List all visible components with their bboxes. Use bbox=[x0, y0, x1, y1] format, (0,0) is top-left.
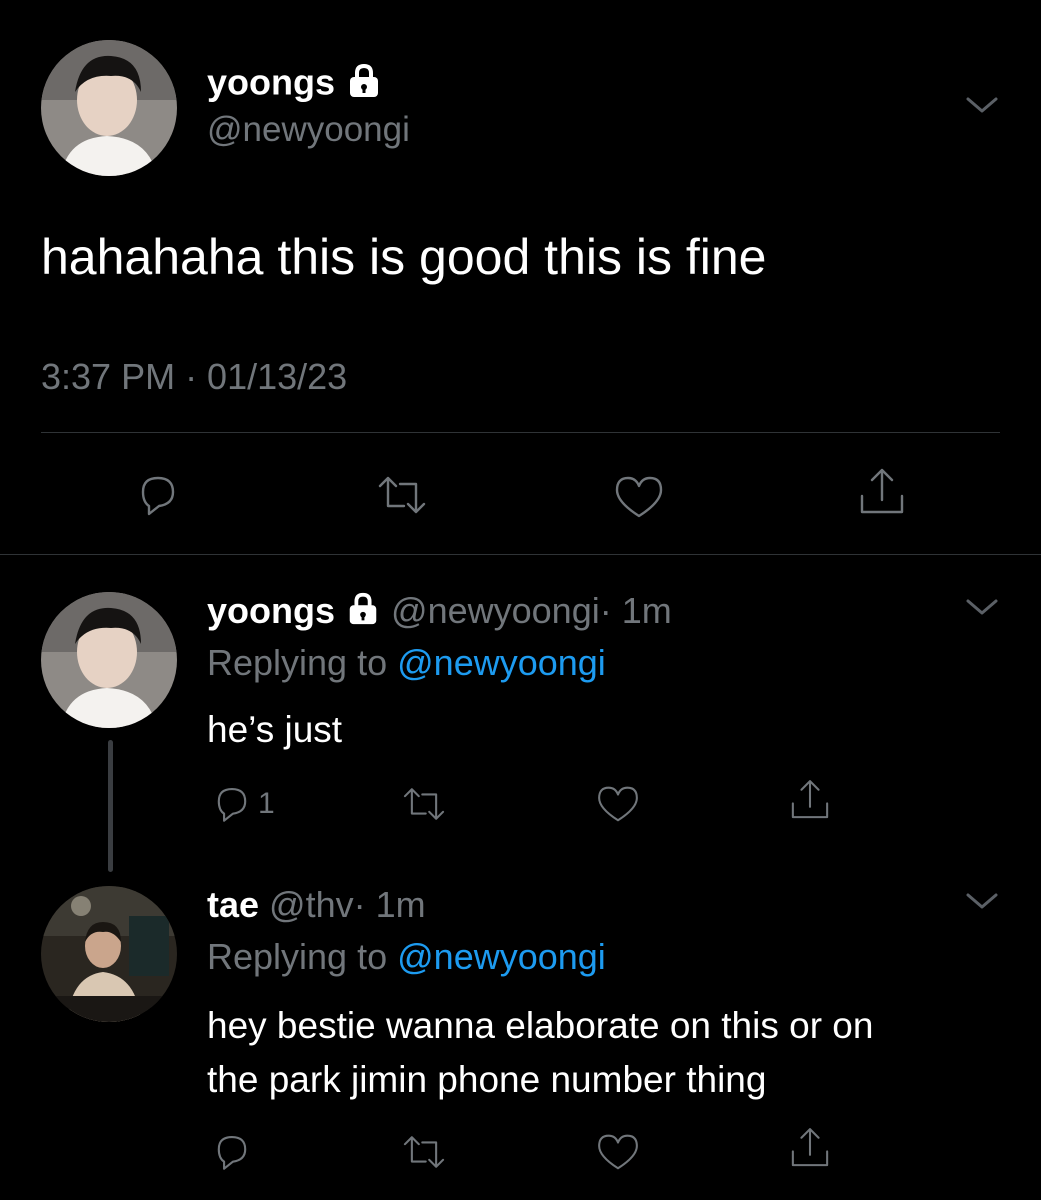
replying-to-link[interactable]: @newyoongi bbox=[397, 936, 606, 977]
share-icon[interactable] bbox=[786, 776, 834, 824]
chevron-down-icon[interactable] bbox=[962, 888, 1002, 919]
main-tweet-text: hahahaha this is good this is fine bbox=[41, 229, 767, 285]
handle[interactable]: @newyoongi bbox=[391, 590, 600, 631]
display-name[interactable]: yoongs bbox=[207, 62, 335, 103]
share-icon[interactable] bbox=[854, 464, 910, 520]
reply1-avatar[interactable] bbox=[41, 592, 177, 728]
replying-label: Replying to bbox=[207, 642, 388, 683]
time: · 1m bbox=[353, 884, 426, 925]
replying-to-link[interactable]: @newyoongi bbox=[397, 642, 606, 683]
lock-icon bbox=[345, 591, 381, 636]
share-icon[interactable] bbox=[786, 1124, 834, 1172]
reply2-text-line2: the park jimin phone number thing bbox=[207, 1059, 767, 1100]
main-handle[interactable]: @newyoongi bbox=[207, 110, 410, 150]
replying-label: Replying to bbox=[207, 936, 388, 977]
reply2-replying: Replying to @newyoongi bbox=[207, 936, 606, 978]
retweet-icon[interactable] bbox=[398, 782, 450, 826]
reply2-header[interactable]: tae @thv· 1m bbox=[207, 884, 426, 926]
reply2-avatar[interactable] bbox=[41, 886, 177, 1022]
handle[interactable]: @thv bbox=[269, 884, 354, 925]
reply1-replying: Replying to @newyoongi bbox=[207, 642, 606, 684]
display-name[interactable]: tae bbox=[207, 884, 259, 925]
lock-icon bbox=[345, 62, 383, 108]
main-author[interactable]: yoongs bbox=[207, 62, 383, 108]
chevron-down-icon[interactable] bbox=[962, 594, 1002, 625]
reply2-text-line1: hey bestie wanna elaborate on this or on bbox=[207, 1005, 874, 1046]
divider bbox=[41, 432, 1000, 433]
thread-line bbox=[108, 740, 113, 872]
reply1-text: he’s just bbox=[207, 709, 343, 750]
chevron-down-icon[interactable] bbox=[962, 92, 1002, 123]
retweet-icon[interactable] bbox=[372, 470, 432, 520]
like-icon[interactable] bbox=[611, 472, 667, 522]
reply1-header[interactable]: yoongs @newyoongi· 1m bbox=[207, 590, 672, 636]
display-name[interactable]: yoongs bbox=[207, 590, 335, 631]
main-timestamp[interactable]: 3:37 PM · 01/13/23 bbox=[41, 356, 347, 398]
main-avatar[interactable] bbox=[41, 40, 177, 176]
reply-icon[interactable] bbox=[210, 782, 254, 826]
retweet-icon[interactable] bbox=[398, 1130, 450, 1174]
reply-icon[interactable] bbox=[133, 470, 183, 520]
like-icon[interactable] bbox=[594, 782, 642, 826]
reply-icon[interactable] bbox=[210, 1130, 254, 1174]
time: · 1m bbox=[599, 590, 672, 631]
reply-count: 1 bbox=[258, 787, 275, 820]
section-divider bbox=[0, 554, 1041, 555]
like-icon[interactable] bbox=[594, 1130, 642, 1174]
